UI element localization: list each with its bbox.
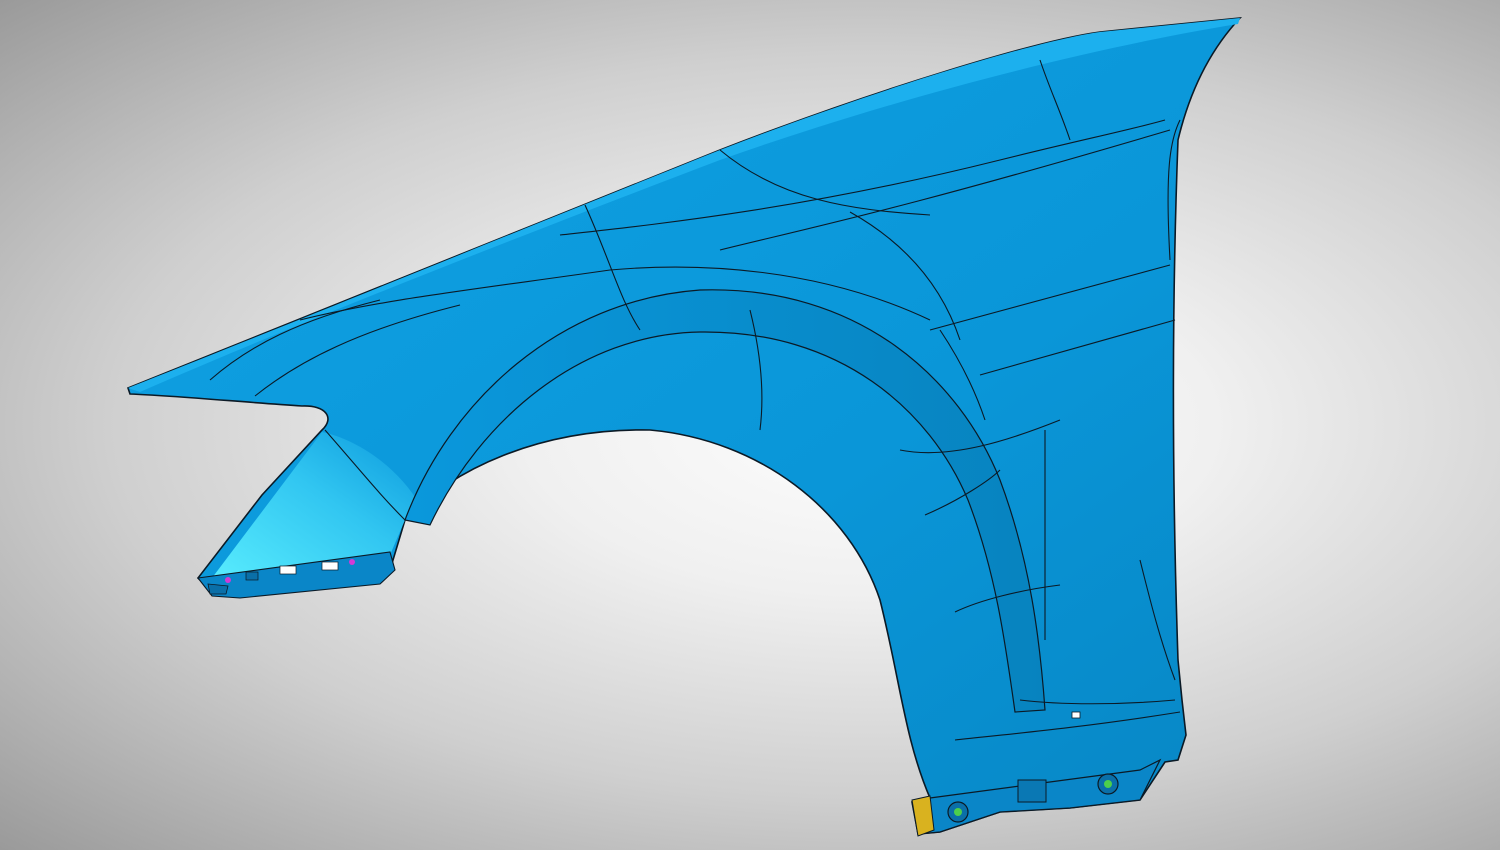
fender-panel[interactable] (127, 16, 1243, 835)
fender-model[interactable] (0, 0, 1500, 850)
cad-viewport[interactable] (0, 0, 1500, 850)
